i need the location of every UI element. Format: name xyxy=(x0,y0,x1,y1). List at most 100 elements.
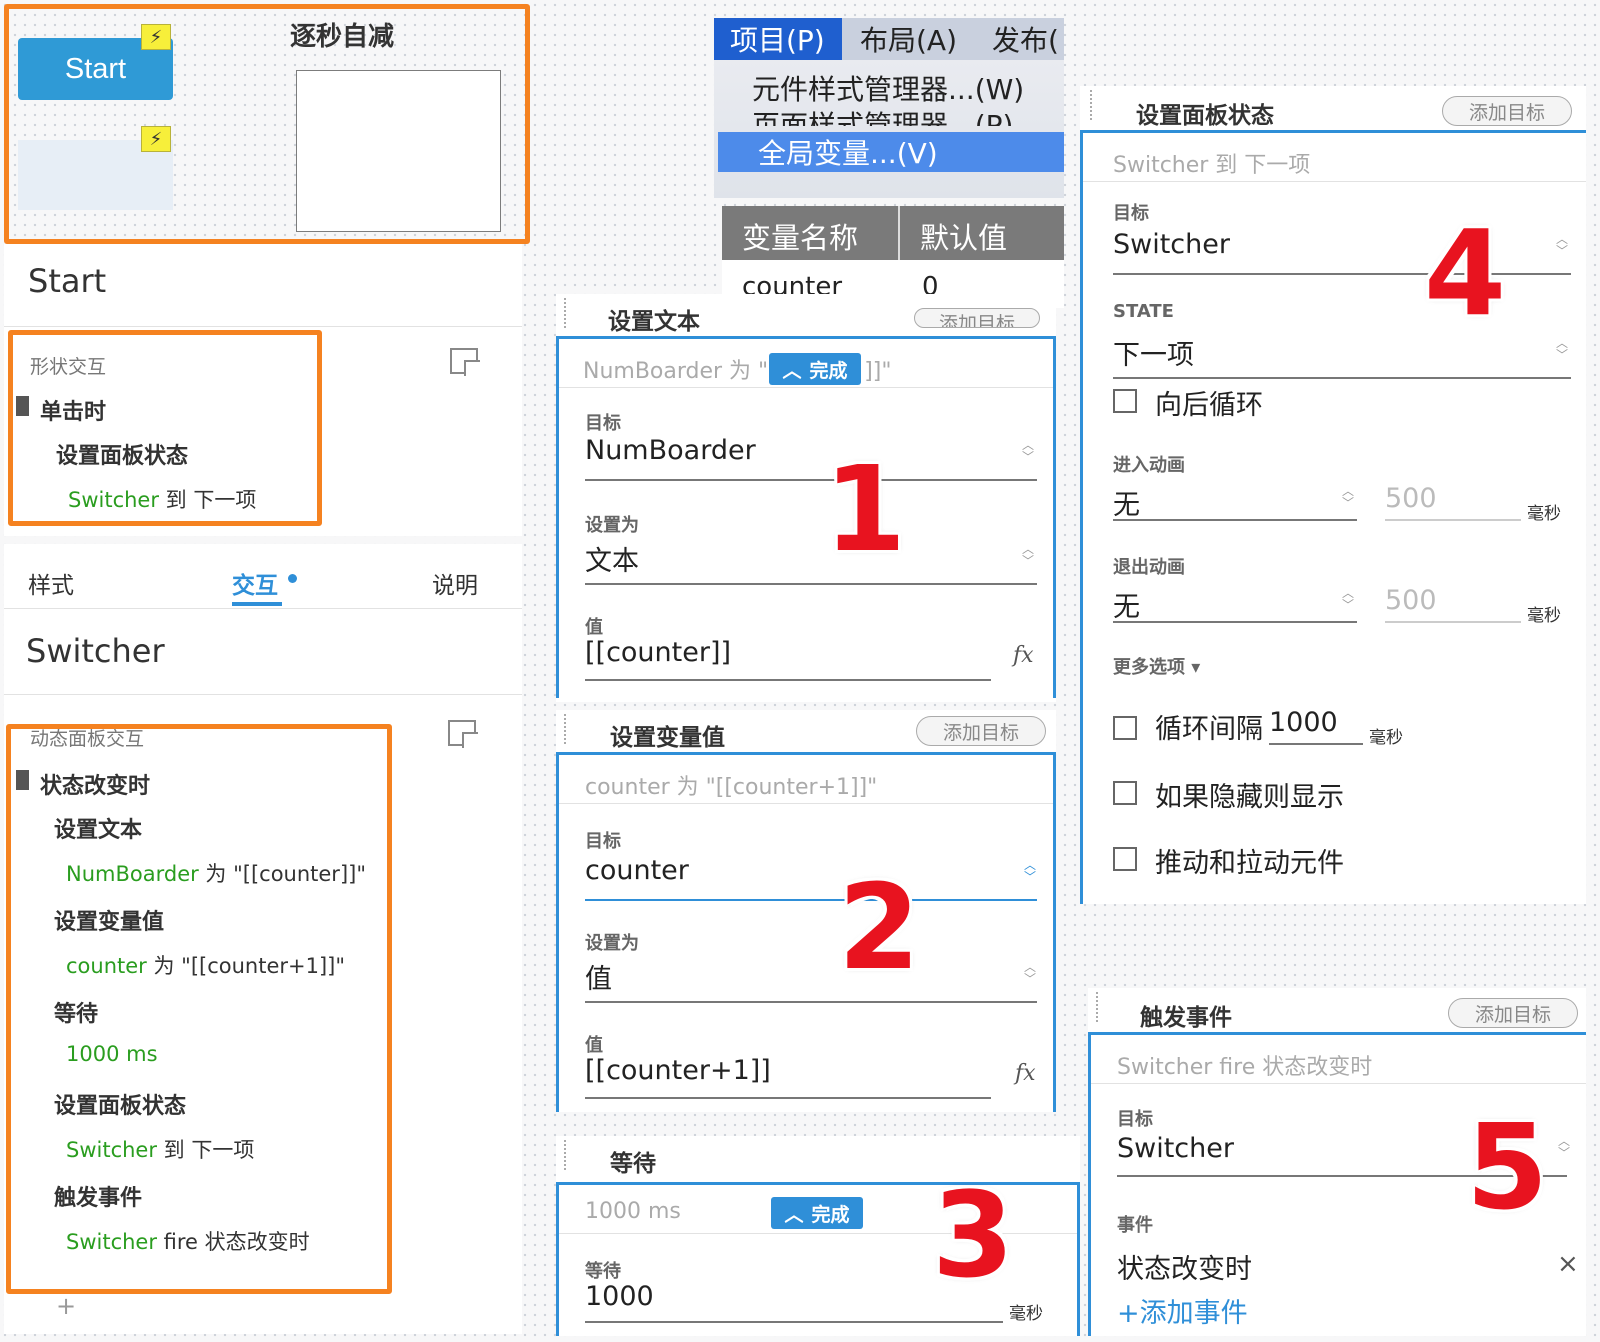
select-arrows-icon[interactable]: ︿ ﹀ xyxy=(1021,543,1035,571)
select-arrows-icon[interactable]: ︿ ﹀ xyxy=(1557,1135,1571,1163)
table-header: 变量名称 默认值 xyxy=(722,206,1064,260)
select-arrows-icon[interactable]: ︿ ﹀ xyxy=(1555,337,1569,365)
add-target-button[interactable]: 添加目标 xyxy=(916,716,1046,746)
state-label: STATE xyxy=(1113,301,1174,322)
add-target-button[interactable]: 添加目标 xyxy=(914,308,1040,328)
drag-handle[interactable] xyxy=(1096,992,1099,1022)
menu-project[interactable]: 项目(P) xyxy=(714,18,842,60)
done-button[interactable]: ︿ 完成 xyxy=(769,353,861,385)
divider xyxy=(4,608,522,609)
action-summary: Switcher 到 下一项 xyxy=(1113,153,1311,178)
enter-anim-select[interactable]: 无 xyxy=(1113,483,1140,522)
drag-handle[interactable] xyxy=(564,714,567,744)
target-select[interactable]: NumBoarder xyxy=(585,435,756,466)
menu-widget-style-manager[interactable]: 元件样式管理器...(W) xyxy=(752,68,1024,108)
tab-style[interactable]: 样式 xyxy=(28,566,74,600)
exit-duration-input[interactable]: 500 xyxy=(1385,585,1437,616)
add-target-button[interactable]: 添加目标 xyxy=(1442,96,1572,126)
select-arrows-icon[interactable]: ︿ ﹀ xyxy=(1341,587,1355,615)
divider xyxy=(559,803,1053,804)
tab-notes[interactable]: 说明 xyxy=(432,566,478,600)
fx-icon[interactable]: fx xyxy=(1015,1061,1036,1086)
show-if-hidden-label: 如果隐藏则显示 xyxy=(1155,782,1344,813)
set-to-select[interactable]: 文本 xyxy=(585,539,639,578)
select-arrows-icon[interactable]: ︿ ﹀ xyxy=(1023,961,1037,989)
event-value[interactable]: 状态改变时 xyxy=(1117,1247,1252,1286)
target-label: 目标 xyxy=(585,831,621,852)
target-select[interactable]: Switcher xyxy=(1117,1133,1234,1164)
tab-indicator-dot xyxy=(288,574,297,583)
state-select[interactable]: 下一项 xyxy=(1113,333,1194,372)
target-select[interactable]: Switcher xyxy=(1113,229,1230,260)
column-header: 变量名称 xyxy=(742,221,859,255)
set-to-label: 设置为 xyxy=(585,515,639,536)
chevron-up-icon: ︿ xyxy=(782,359,802,382)
step-number: 1 xyxy=(824,440,907,578)
action-summary: counter 为 "[[counter+1]]" xyxy=(585,775,878,800)
loop-back-checkbox[interactable] xyxy=(1113,389,1137,413)
set-text-body: NumBoarder 为 "]]" ︿ 完成 目标 NumBoarder ︿ ﹀ 设… xyxy=(559,339,1053,698)
wait-input[interactable]: 1000 xyxy=(585,1281,654,1312)
value-input[interactable]: [[counter+1]] xyxy=(585,1055,771,1086)
field-underline xyxy=(1269,743,1363,745)
field-underline xyxy=(1113,519,1357,521)
set-to-select[interactable]: 值 xyxy=(585,957,612,996)
show-if-hidden-checkbox[interactable] xyxy=(1113,781,1137,805)
unit-label: 毫秒 xyxy=(1369,728,1403,748)
select-arrows-icon[interactable]: ︿ ﹀ xyxy=(1023,859,1037,887)
highlight-frame xyxy=(4,4,530,244)
select-arrows-icon[interactable]: ︿ ﹀ xyxy=(1341,485,1355,513)
panel-title: 触发事件 xyxy=(1140,1005,1232,1031)
target-select[interactable]: counter xyxy=(585,855,689,886)
widget-title: Switcher xyxy=(26,632,165,670)
summary-text: NumBoarder 为 " xyxy=(583,359,769,384)
panel-title: 设置文本 xyxy=(608,309,700,335)
select-arrows-icon[interactable]: ︿ ﹀ xyxy=(1021,439,1035,467)
field-underline xyxy=(585,899,1037,901)
enter-anim-label: 进入动画 xyxy=(1113,455,1185,476)
widget-title: Start xyxy=(28,262,107,300)
exit-anim-select[interactable]: 无 xyxy=(1113,585,1140,624)
unit-label: 毫秒 xyxy=(1527,606,1561,626)
step-number: 3 xyxy=(932,1166,1015,1304)
field-underline xyxy=(585,479,1037,481)
step-number: 2 xyxy=(838,858,921,996)
set-panel-state-body: Switcher 到 下一项 目标 Switcher ︿ ﹀ STATE 下一项 … xyxy=(1083,133,1586,904)
select-arrows-icon[interactable]: ︿ ﹀ xyxy=(1555,233,1569,261)
expand-icon[interactable] xyxy=(450,348,478,374)
unit-label: 毫秒 xyxy=(1009,1304,1043,1324)
value-input[interactable]: [[counter]] xyxy=(585,637,731,668)
add-event-link[interactable]: +添加事件 xyxy=(1117,1291,1248,1330)
step-number: 4 xyxy=(1424,204,1507,342)
enter-duration-input[interactable]: 500 xyxy=(1385,483,1437,514)
field-underline xyxy=(1385,519,1521,521)
push-pull-checkbox[interactable] xyxy=(1113,847,1137,871)
divider xyxy=(4,694,522,695)
more-options-toggle[interactable]: 更多选项 ▾ xyxy=(1113,653,1200,679)
loop-interval-checkbox[interactable] xyxy=(1113,716,1137,740)
summary-text: ]]" xyxy=(864,359,892,384)
tab-interaction[interactable]: 交互 xyxy=(232,566,278,600)
divider xyxy=(4,326,522,327)
menu-layout[interactable]: 布局(A) xyxy=(860,18,957,60)
variables-table: 变量名称 默认值 counter 0 xyxy=(722,206,1064,308)
add-case-icon[interactable]: + xyxy=(56,1292,76,1320)
menu-global-variables[interactable]: 全局变量...(V) xyxy=(718,132,1064,172)
fx-icon[interactable]: fx xyxy=(1013,643,1034,668)
menu-publish[interactable]: 发布( xyxy=(992,18,1059,60)
drag-handle[interactable] xyxy=(564,298,567,328)
expand-icon[interactable] xyxy=(448,720,476,746)
drag-handle[interactable] xyxy=(1090,90,1093,120)
value-label: 值 xyxy=(585,617,603,638)
field-underline xyxy=(1385,621,1521,623)
done-button[interactable]: ︿ 完成 xyxy=(771,1197,863,1229)
menu-page-style-manager[interactable]: 页面样式管理器...(P) xyxy=(752,104,1013,126)
column-divider xyxy=(898,206,900,260)
close-icon[interactable]: × xyxy=(1557,1249,1579,1279)
loop-back-label: 向后循环 xyxy=(1155,390,1263,421)
loop-interval-input[interactable]: 1000 xyxy=(1269,707,1338,738)
add-target-button[interactable]: 添加目标 xyxy=(1448,998,1578,1028)
set-variable-body: counter 为 "[[counter+1]]" 目标 counter ︿ ﹀ … xyxy=(559,755,1053,1112)
target-label: 目标 xyxy=(1117,1109,1153,1130)
drag-handle[interactable] xyxy=(564,1140,567,1170)
